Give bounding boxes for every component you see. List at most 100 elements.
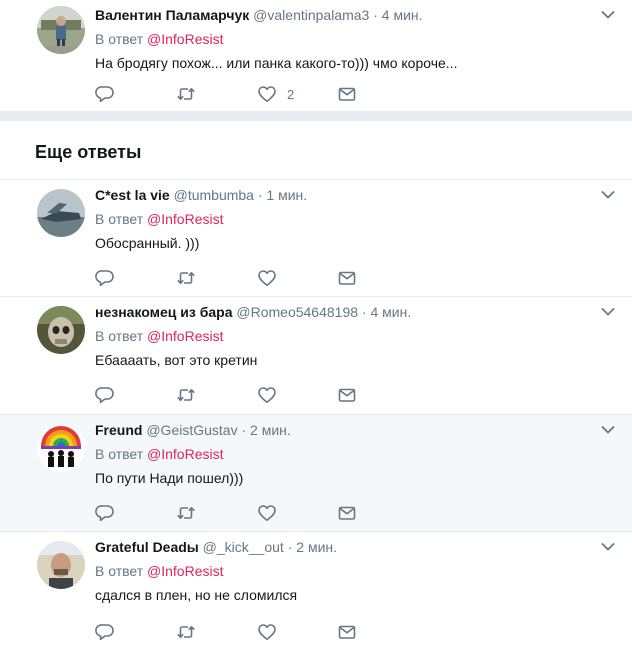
username[interactable]: @Romeo54648198 xyxy=(236,304,358,320)
reply-button[interactable] xyxy=(95,84,115,104)
tweet-actions xyxy=(95,622,395,642)
tweet-header: Валентин Паламарчук @valentinpalama3 · 4… xyxy=(95,6,423,24)
tweet[interactable]: незнакомец из бара @Romeo54648198 · 4 ми… xyxy=(0,297,632,414)
display-name[interactable]: C*est la vie xyxy=(95,187,170,203)
chevron-down-icon[interactable] xyxy=(601,425,615,435)
display-name[interactable]: незнакомец из бара xyxy=(95,304,233,320)
retweet-icon xyxy=(176,268,196,288)
dm-icon xyxy=(337,503,357,523)
separator: · xyxy=(257,187,263,203)
tweet-actions xyxy=(95,268,395,288)
dm-button[interactable] xyxy=(337,84,357,104)
like-button[interactable]: 2 xyxy=(257,84,294,104)
timestamp[interactable]: 4 мин. xyxy=(370,304,411,320)
dm-icon xyxy=(337,385,357,405)
reply-icon xyxy=(95,84,115,104)
like-icon xyxy=(257,503,277,523)
tweet[interactable]: Freund @GeistGustav · 2 мин. В ответ @In… xyxy=(0,415,632,531)
retweet-button[interactable] xyxy=(176,622,196,642)
like-button[interactable] xyxy=(257,385,277,405)
tweet-header: Grateful Deadы @_kick__out · 2 мин. xyxy=(95,538,337,556)
reply-mention[interactable]: @InfoResist xyxy=(147,31,223,47)
chevron-down-icon[interactable] xyxy=(601,190,615,200)
reply-prefix: В ответ xyxy=(95,563,144,579)
display-name[interactable]: Валентин Паламарчук xyxy=(95,7,249,23)
tweet-text: сдался в плен, но не сломился xyxy=(95,587,298,603)
reply-prefix: В ответ xyxy=(95,328,144,344)
reply-mention[interactable]: @InfoResist xyxy=(147,446,223,462)
reply-context: В ответ @InfoResist xyxy=(95,30,224,48)
chevron-down-icon[interactable] xyxy=(601,10,615,20)
dm-button[interactable] xyxy=(337,503,357,523)
separator: · xyxy=(287,539,293,555)
avatar[interactable] xyxy=(37,306,85,354)
display-name[interactable]: Grateful Deadы xyxy=(95,539,199,555)
dm-icon xyxy=(337,84,357,104)
username[interactable]: @_kick__out xyxy=(203,539,284,555)
tweet-text: Обосранный. ))) xyxy=(95,235,200,251)
tweet-actions xyxy=(95,385,395,405)
tweet-text: Ебаааать, вот это кретин xyxy=(95,352,258,368)
reply-icon xyxy=(95,622,115,642)
separator: · xyxy=(241,422,247,438)
like-button[interactable] xyxy=(257,503,277,523)
dm-icon xyxy=(337,268,357,288)
retweet-button[interactable] xyxy=(176,385,196,405)
dm-button[interactable] xyxy=(337,268,357,288)
separator: · xyxy=(361,304,367,320)
like-button[interactable] xyxy=(257,622,277,642)
retweet-button[interactable] xyxy=(176,84,196,104)
chevron-down-icon[interactable] xyxy=(601,307,615,317)
display-name[interactable]: Freund xyxy=(95,422,142,438)
reply-mention[interactable]: @InfoResist xyxy=(147,211,223,227)
reply-context: В ответ @InfoResist xyxy=(95,562,224,580)
reply-icon xyxy=(95,503,115,523)
reply-button[interactable] xyxy=(95,268,115,288)
avatar[interactable] xyxy=(37,189,85,237)
divider xyxy=(0,111,632,121)
tweet[interactable]: Grateful Deadы @_kick__out · 2 мин. В от… xyxy=(0,532,632,649)
tweet-text: По пути Нади пошел))) xyxy=(95,470,244,486)
retweet-button[interactable] xyxy=(176,503,196,523)
timestamp[interactable]: 2 мин. xyxy=(250,422,291,438)
username[interactable]: @valentinpalama3 xyxy=(253,7,369,23)
reply-button[interactable] xyxy=(95,503,115,523)
tweet-header: Freund @GeistGustav · 2 мин. xyxy=(95,421,291,439)
retweet-icon xyxy=(176,385,196,405)
reply-prefix: В ответ xyxy=(95,211,144,227)
like-button[interactable] xyxy=(257,268,277,288)
dm-button[interactable] xyxy=(337,622,357,642)
reply-prefix: В ответ xyxy=(95,31,144,47)
avatar[interactable] xyxy=(37,424,85,472)
reply-context: В ответ @InfoResist xyxy=(95,210,224,228)
tweet[interactable]: C*est la vie @tumbumba · 1 мин. В ответ … xyxy=(0,180,632,296)
username[interactable]: @GeistGustav xyxy=(146,422,237,438)
reply-mention[interactable]: @InfoResist xyxy=(147,563,223,579)
reply-context: В ответ @InfoResist xyxy=(95,327,224,345)
retweet-button[interactable] xyxy=(176,268,196,288)
like-icon xyxy=(257,622,277,642)
avatar[interactable] xyxy=(37,541,85,589)
timestamp[interactable]: 4 мин. xyxy=(382,7,423,23)
reply-button[interactable] xyxy=(95,385,115,405)
reply-icon xyxy=(95,268,115,288)
tweet-actions: 2 xyxy=(95,84,395,104)
username[interactable]: @tumbumba xyxy=(174,187,254,203)
like-icon xyxy=(257,385,277,405)
reply-prefix: В ответ xyxy=(95,446,144,462)
retweet-icon xyxy=(176,622,196,642)
like-icon xyxy=(257,268,277,288)
avatar[interactable] xyxy=(37,6,85,54)
reply-mention[interactable]: @InfoResist xyxy=(147,328,223,344)
dm-icon xyxy=(337,622,357,642)
timestamp[interactable]: 2 мин. xyxy=(296,539,337,555)
retweet-icon xyxy=(176,503,196,523)
separator: · xyxy=(373,7,378,23)
timestamp[interactable]: 1 мин. xyxy=(266,187,307,203)
reply-context: В ответ @InfoResist xyxy=(95,445,224,463)
dm-button[interactable] xyxy=(337,385,357,405)
tweet[interactable]: Валентин Паламарчук @valentinpalama3 · 4… xyxy=(0,0,632,111)
chevron-down-icon[interactable] xyxy=(601,542,615,552)
reply-button[interactable] xyxy=(95,622,115,642)
like-icon xyxy=(257,84,277,104)
